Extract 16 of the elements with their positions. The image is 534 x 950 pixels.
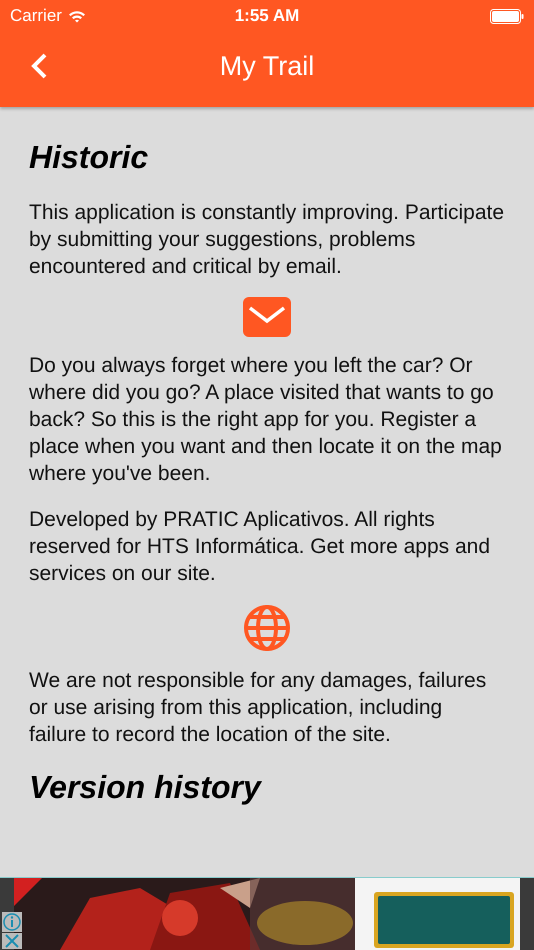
- globe-icon[interactable]: [243, 604, 291, 652]
- section-heading: Version history: [29, 768, 263, 807]
- paragraph: We are not responsible for any damages, failures or use arising from this application, including failure to record the location of the site.: [29, 668, 488, 748]
- status-time: 1:55 AM: [234, 6, 300, 26]
- mail-icon[interactable]: [243, 297, 291, 337]
- wifi-icon: [68, 10, 86, 22]
- back-button[interactable]: [30, 52, 48, 80]
- paragraph: Do you always forget where you left the car? Or where did you go? A place visited that wants to go back? So this is the right app for you. Register a place when you want and then locate it on the map where you've been.: [29, 353, 503, 487]
- paragraph: This application is constantly improving. Participate by submitting your suggestions, problems encountered and critical by email.: [29, 200, 505, 280]
- close-icon[interactable]: [2, 933, 22, 949]
- paragraph: Developed by PRATIC Aplicativos. All rights reserved for HTS Informática. Get more apps and services on our site.: [29, 507, 492, 587]
- section-heading: Historic: [29, 138, 150, 177]
- screen-title: My Trail: [220, 51, 314, 82]
- info-icon[interactable]: [2, 912, 22, 932]
- battery-icon: [490, 8, 524, 24]
- carrier-label: Carrier: [10, 6, 62, 26]
